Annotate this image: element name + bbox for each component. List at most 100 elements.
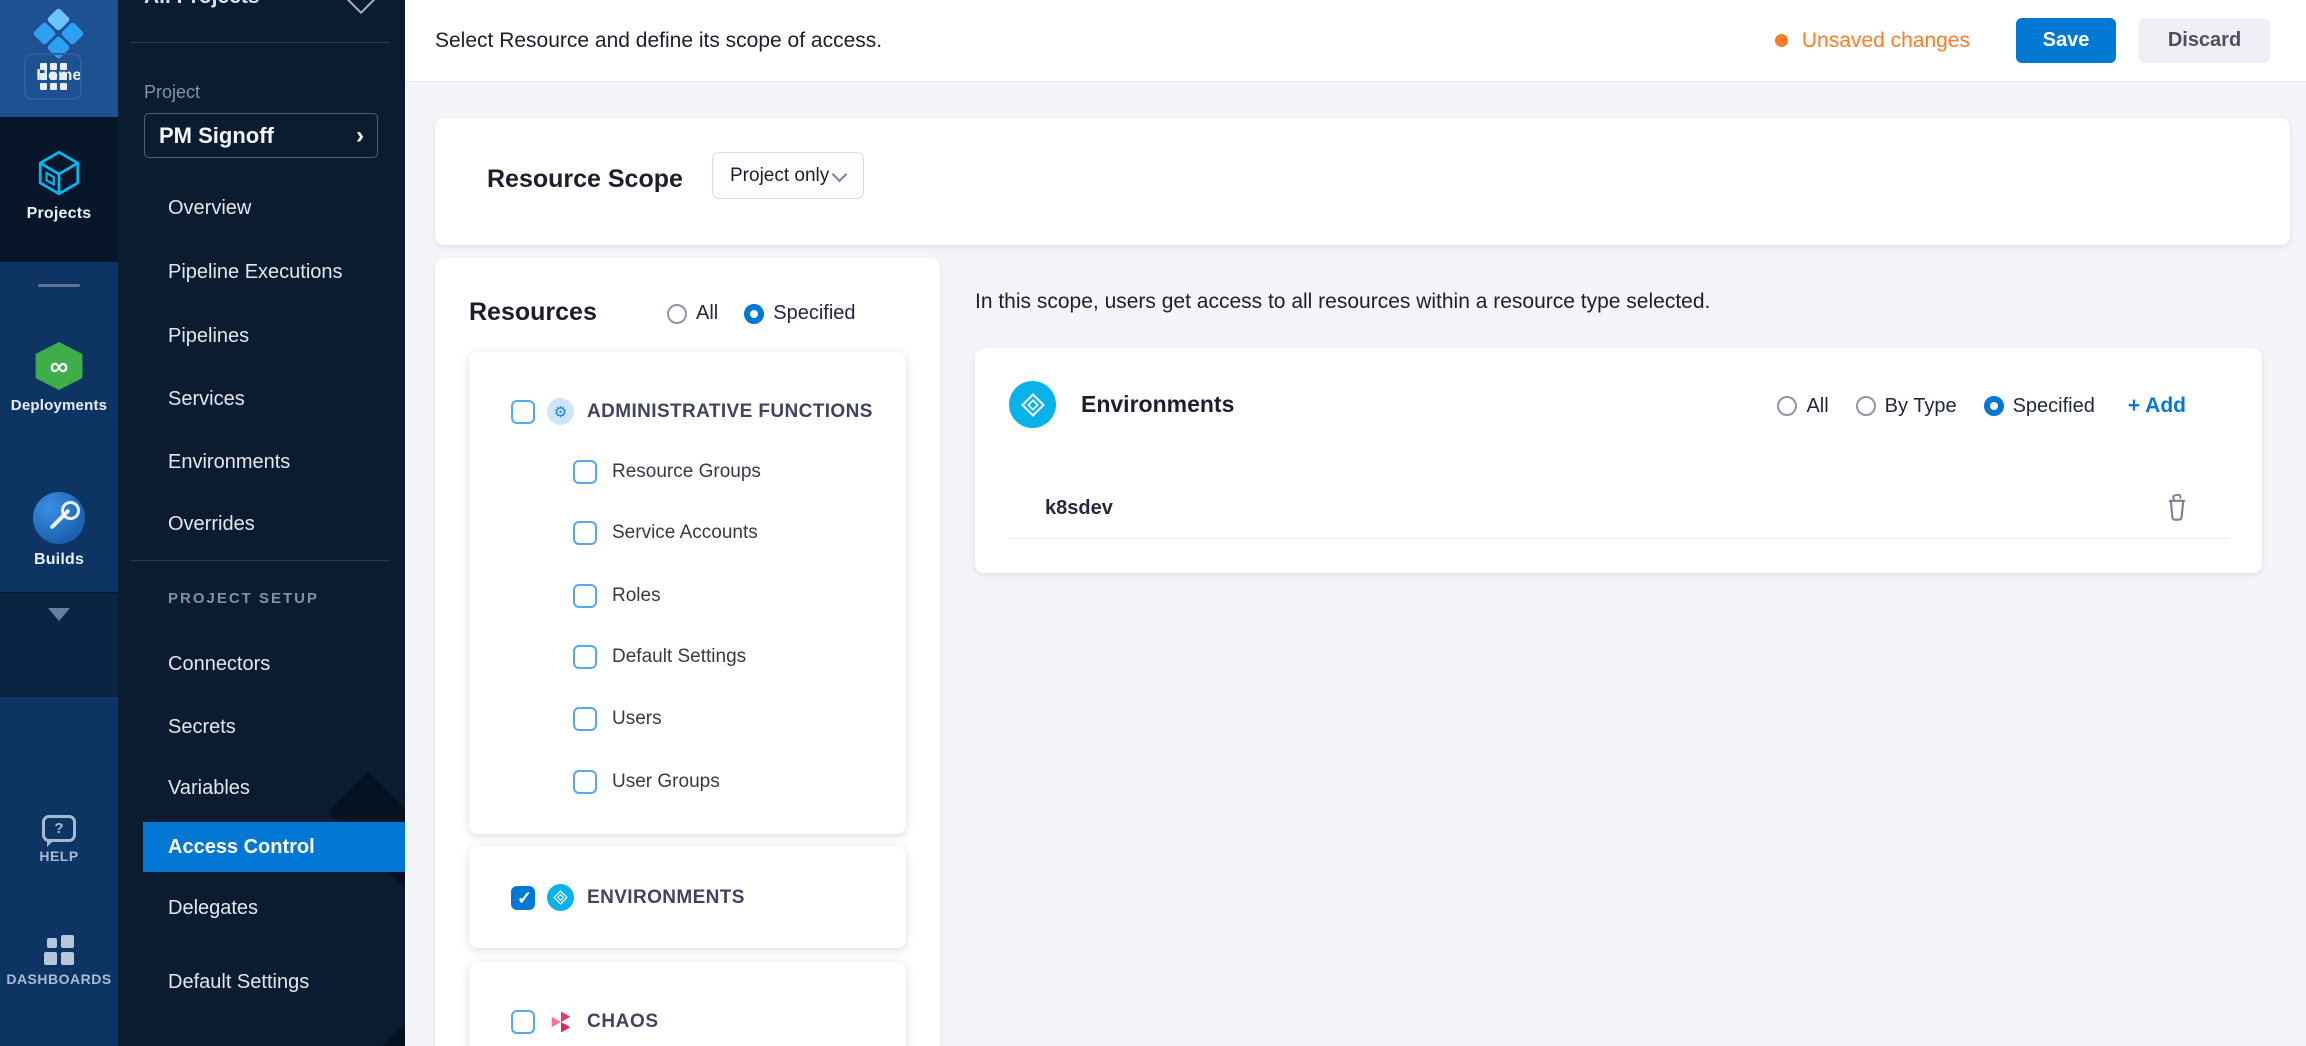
rail-item-label: Projects [27,205,92,223]
divider [1009,538,2228,539]
radio-label: Specified [773,302,855,325]
nav-label: Delegates [168,897,258,920]
resources-panel: Resources All Specified ⚙ ADMINISTRATIVE… [435,258,940,1046]
help-chat-icon: ? [42,815,76,842]
chevron-down-icon [832,167,848,183]
project-setup-section-title: PROJECT SETUP [168,590,319,607]
sidebar-item-environments[interactable]: Environments [118,437,405,487]
divider [130,560,390,561]
rail-item-builds[interactable]: Builds [0,492,118,569]
nav-label: Pipeline Executions [168,261,343,284]
unsaved-dot-icon [1775,34,1788,47]
unsaved-changes-indicator: Unsaved changes [1775,29,1970,53]
environments-checkbox[interactable] [511,886,535,910]
group-row: ⚙ ADMINISTRATIVE FUNCTIONS [511,398,873,425]
roles-checkbox[interactable] [573,584,597,608]
nav-label: Environments [168,451,290,474]
module-picker-button[interactable] [24,53,82,100]
sub-row: Service Accounts [573,521,758,545]
rail-item-label: HELP [39,848,78,864]
nav-label: Overrides [168,513,255,536]
admin-functions-checkbox[interactable] [511,400,535,424]
builds-icon [33,492,85,544]
rail-item-help[interactable]: ? HELP [0,815,118,864]
scope-description: In this scope, users get access to all r… [975,290,1710,314]
radio-all[interactable]: All [1777,395,1828,418]
rail-item-label: Builds [34,551,84,569]
add-resource-button[interactable]: + Add [2128,394,2186,418]
project-label: Project [144,82,200,103]
sidebar-item-overview[interactable]: Overview [118,183,405,233]
rail-divider [38,284,80,287]
nav-label: Default Settings [168,971,309,994]
resource-name: k8sdev [1045,497,1113,520]
sub-row: Roles [573,584,661,608]
user-groups-checkbox[interactable] [573,770,597,794]
sidebar-item-delegates[interactable]: Delegates [118,883,405,933]
nav-label: Pipelines [168,325,249,348]
radio-all[interactable]: All [667,302,718,325]
deployments-icon: ∞ [33,342,85,390]
sidebar-item-secrets[interactable]: Secrets [118,702,405,752]
project-sidebar: All Projects Project PM Signoff › Overvi… [118,0,405,1046]
nav-label: Services [168,388,245,411]
chaos-checkbox[interactable] [511,1010,535,1034]
page-description: Select Resource and define its scope of … [435,29,882,53]
radio-icon [1777,396,1797,416]
group-row: CHAOS [511,1008,659,1036]
rail-item-projects[interactable]: Projects [0,148,118,223]
radio-label: All [696,302,718,325]
service-accounts-checkbox[interactable] [573,521,597,545]
sidebar-item-templates[interactable]: Templates [118,1030,405,1046]
sidebar-item-services[interactable]: Services [118,374,405,424]
radio-by-type[interactable]: By Type [1856,395,1957,418]
radio-specified[interactable]: Specified [744,302,855,325]
nav-label: Connectors [168,653,270,676]
sidebar-item-default-settings[interactable]: Default Settings [118,957,405,1007]
topbar: Select Resource and define its scope of … [405,0,2306,82]
sidebar-item-connectors[interactable]: Connectors [118,639,405,689]
module-rail: Home Projects ∞ Deployments Builds ? HEL… [0,0,118,1046]
default-settings-checkbox[interactable] [573,645,597,669]
rail-item-deployments[interactable]: ∞ Deployments [0,342,118,414]
radio-icon-selected [1984,396,2004,416]
unsaved-label: Unsaved changes [1802,29,1970,53]
radio-label: Specified [2013,395,2095,418]
sidebar-item-pipelines[interactable]: Pipelines [118,311,405,361]
rail-item-dashboards[interactable]: DASHBOARDS [0,935,118,987]
main-area: Select Resource and define its scope of … [405,0,2306,1046]
nav-label: Variables [168,777,250,800]
delete-resource-button[interactable] [2162,491,2192,523]
radio-label: By Type [1885,395,1957,418]
sidebar-item-pipeline-executions[interactable]: Pipeline Executions [118,247,405,297]
sidebar-item-overrides[interactable]: Overrides [118,499,405,549]
resource-scope-title: Resource Scope [487,165,683,194]
sub-label: Default Settings [612,646,746,668]
project-selector[interactable]: PM Signoff › [144,113,378,158]
radio-specified[interactable]: Specified [1984,395,2095,418]
users-checkbox[interactable] [573,707,597,731]
sub-label: Resource Groups [612,461,761,483]
resource-scope-dropdown[interactable]: Project only [712,152,864,199]
environments-card-title: Environments [1081,391,1234,418]
rail-collapse-chevron[interactable] [0,608,118,621]
save-button[interactable]: Save [2016,18,2116,63]
sidebar-item-access-control[interactable]: Access Control [143,822,405,872]
resource-groups-checkbox[interactable] [573,460,597,484]
discard-button[interactable]: Discard [2139,18,2270,63]
chaos-icon [547,1008,575,1036]
scope-switcher-label[interactable]: All Projects [144,0,260,9]
sidebar-item-variables[interactable]: Variables [118,763,405,813]
projects-cube-icon [34,148,84,198]
resources-radio-group: All Specified [667,302,856,325]
group-label: ADMINISTRATIVE FUNCTIONS [587,401,873,423]
environments-icon [1009,381,1056,428]
grid-icon [40,63,67,90]
radio-icon [667,304,687,324]
sub-label: Roles [612,585,661,607]
gear-icon: ⚙ [547,398,574,425]
resource-group-card-administrative-functions: ⚙ ADMINISTRATIVE FUNCTIONS Resource Grou… [469,352,906,834]
resource-row-k8sdev: k8sdev [1045,491,2192,525]
resource-group-card-environments: ENVIRONMENTS [469,846,906,948]
resource-group-card-chaos: CHAOS [469,962,906,1046]
